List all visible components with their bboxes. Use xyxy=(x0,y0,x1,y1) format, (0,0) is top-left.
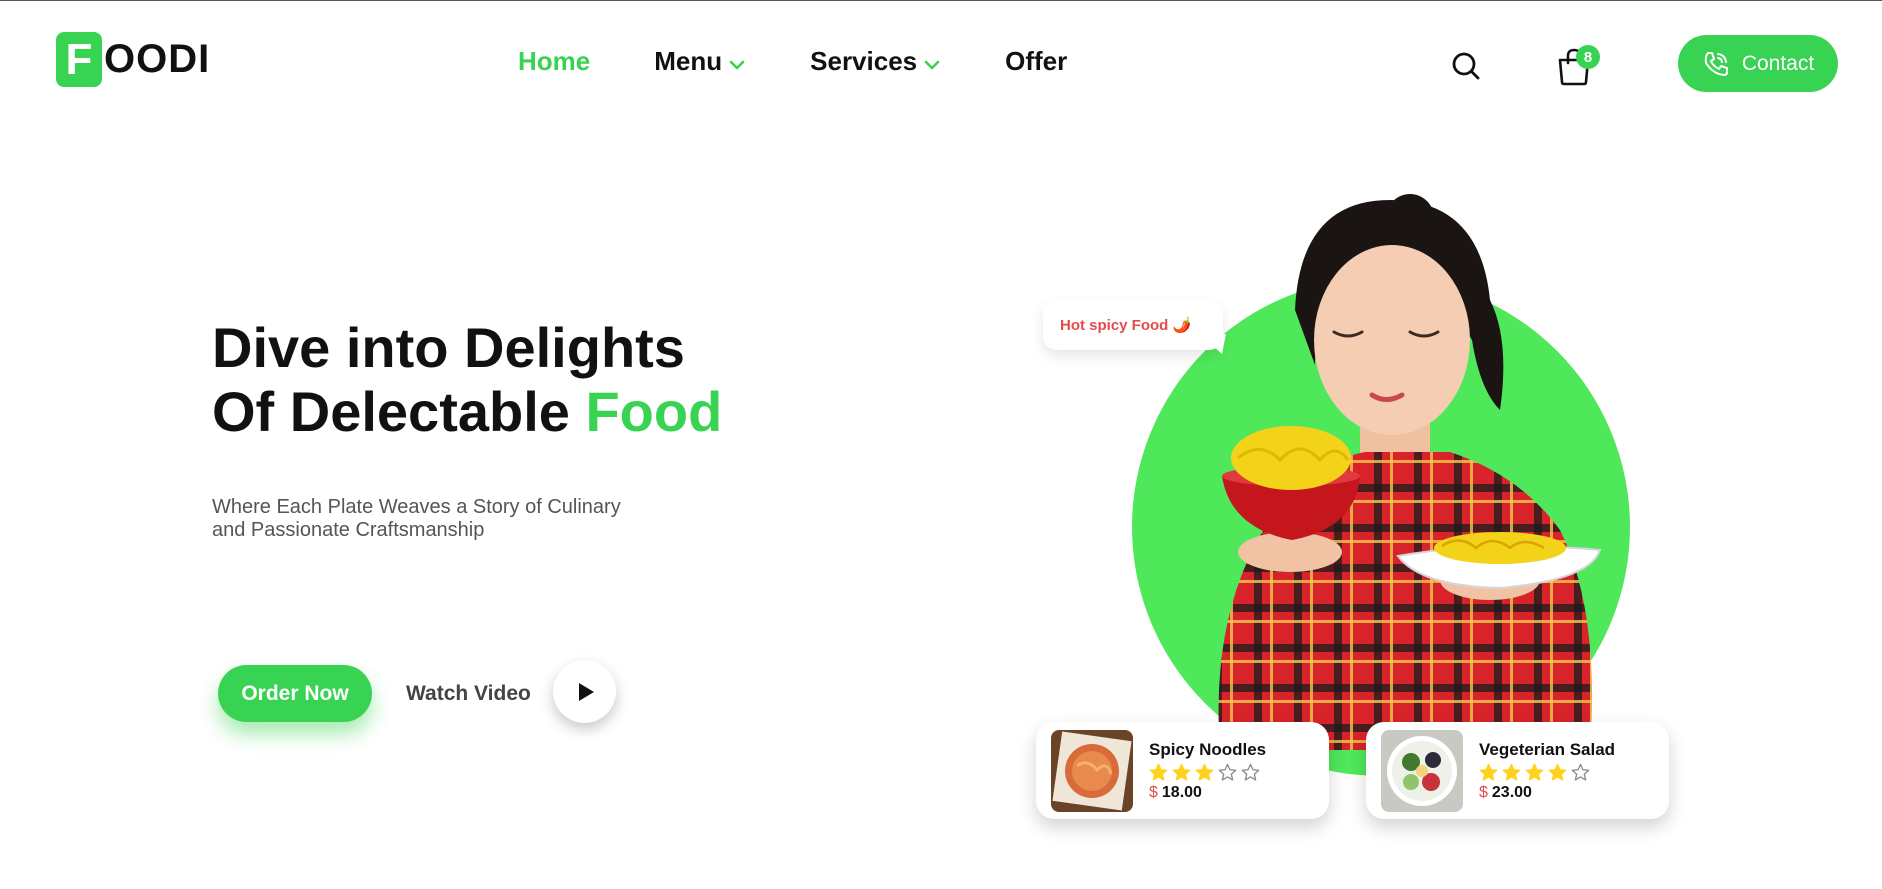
nav-home-label: Home xyxy=(518,46,591,76)
play-video-button[interactable] xyxy=(553,660,616,723)
nav-services[interactable]: Services xyxy=(810,46,941,77)
logo-badge: F xyxy=(56,32,102,87)
cart-count-badge: 8 xyxy=(1576,45,1600,69)
hero-subtitle: Where Each Plate Weaves a Story of Culin… xyxy=(212,496,652,542)
hero-person-image xyxy=(1218,194,1602,750)
hot-spicy-bubble: Hot spicy Food 🌶️ xyxy=(1043,300,1223,350)
card-name: Vegeterian Salad xyxy=(1479,739,1616,759)
contact-label: Contact xyxy=(1741,51,1815,75)
rating-stars xyxy=(1479,763,1615,782)
nav-home[interactable]: Home xyxy=(518,46,590,77)
star-filled-icon xyxy=(1548,763,1567,781)
logo-text: OODI xyxy=(104,37,211,81)
top-border xyxy=(0,0,1882,1)
contact-button[interactable]: Contact xyxy=(1678,35,1838,92)
food-card-vegeterian-salad[interactable]: Vegeterian Salad $23.00 xyxy=(1366,722,1669,819)
nav-menu-label: Menu xyxy=(654,46,723,76)
card-price: $18.00 xyxy=(1149,784,1266,802)
vegeterian-salad-thumbnail xyxy=(1381,729,1463,812)
price-value: 23.00 xyxy=(1491,783,1532,801)
hero-subtitle-line2: and Passionate Craftsmanship xyxy=(212,519,485,541)
star-filled-icon xyxy=(1479,763,1498,781)
card-info: Vegeterian Salad $23.00 xyxy=(1479,740,1615,802)
star-empty-icon xyxy=(1241,763,1260,781)
star-empty-icon xyxy=(1218,763,1237,781)
star-filled-icon xyxy=(1502,763,1521,781)
currency-symbol: $ xyxy=(1479,783,1488,801)
nav-menu[interactable]: Menu xyxy=(654,46,746,77)
price-value: 18.00 xyxy=(1161,783,1202,801)
play-icon xyxy=(578,682,594,701)
logo[interactable]: F OODI xyxy=(56,32,210,87)
hero-title: Dive into Delights Of Delectable Food xyxy=(212,316,722,444)
currency-symbol: $ xyxy=(1149,783,1158,801)
order-now-button[interactable]: Order Now xyxy=(218,665,372,722)
nav-services-label: Services xyxy=(810,46,918,76)
main-nav: Home Menu Services Offer xyxy=(518,46,1131,77)
star-filled-icon xyxy=(1195,763,1214,781)
watch-video-link[interactable]: Watch Video xyxy=(406,682,531,706)
rating-stars xyxy=(1149,763,1266,782)
hero-subtitle-line1: Where Each Plate Weaves a Story of Culin… xyxy=(212,496,621,518)
hero-title-line2: Of Delectable xyxy=(212,380,570,443)
chevron-down-icon xyxy=(729,60,745,69)
search-icon[interactable] xyxy=(1450,50,1482,82)
star-filled-icon xyxy=(1149,763,1168,781)
nav-offer-label: Offer xyxy=(1005,46,1068,76)
card-price: $23.00 xyxy=(1479,784,1615,802)
hero-title-accent: Food xyxy=(585,380,723,443)
star-filled-icon xyxy=(1172,763,1191,781)
star-empty-icon xyxy=(1571,763,1590,781)
phone-icon xyxy=(1704,51,1728,76)
food-card-spicy-noodles[interactable]: Spicy Noodles $18.00 xyxy=(1036,722,1329,819)
card-name: Spicy Noodles xyxy=(1149,739,1267,759)
bubble-tail xyxy=(1200,334,1226,354)
hero-title-line1: Dive into Delights xyxy=(212,316,685,379)
star-filled-icon xyxy=(1525,763,1544,781)
card-info: Spicy Noodles $18.00 xyxy=(1149,740,1266,802)
nav-offer[interactable]: Offer xyxy=(1005,46,1067,77)
spicy-noodles-thumbnail xyxy=(1051,729,1133,812)
chevron-down-icon xyxy=(924,60,940,69)
